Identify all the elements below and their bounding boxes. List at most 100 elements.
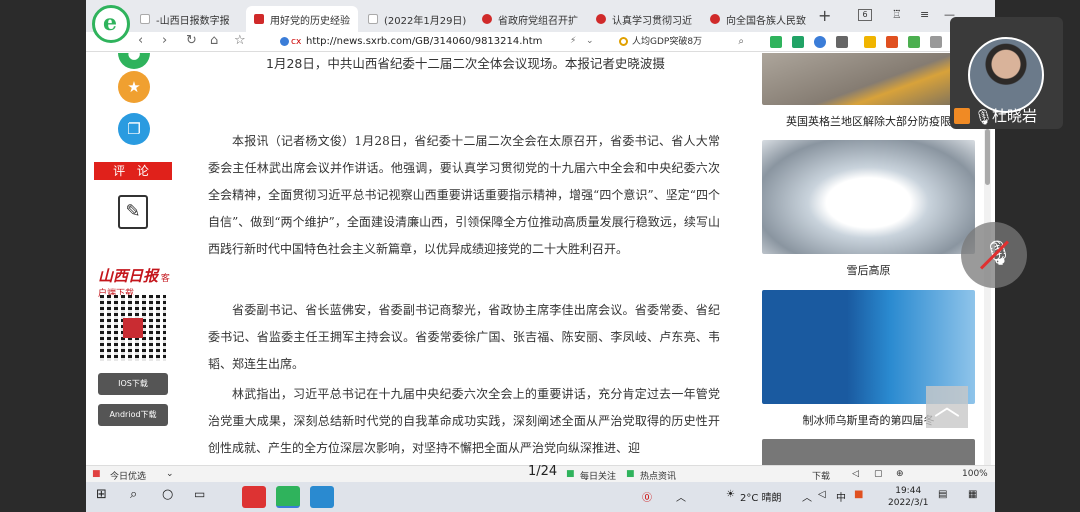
page-counter: 1/24 <box>528 464 558 479</box>
favorite-star-icon[interactable]: ★ <box>118 71 150 103</box>
tv-icon[interactable] <box>886 36 898 48</box>
search-icon[interactable]: ⌕ <box>130 487 137 502</box>
article-body: 1月28日，中共山西省纪委十二届二次全体会议现场。本报记者史晓波摄 本报讯（记者… <box>208 53 720 465</box>
microphone-icon: 🎙 <box>974 108 994 126</box>
daily-focus-link[interactable]: 每日关注 <box>580 469 616 482</box>
page-content: ● ★ ❐ 评 论 ✎ 山西日报 客户端下载 IOS下载 Andriod下载 1… <box>86 53 995 465</box>
mute-button[interactable]: 🎙 <box>961 222 1027 288</box>
weather-text: 2°C 晴朗 <box>740 493 782 504</box>
new-tab-button[interactable]: + <box>818 6 831 25</box>
ime-language[interactable]: 中 <box>836 489 846 504</box>
tab-1[interactable]: -山西日报数字报 <box>132 6 244 32</box>
article-paragraph: 本报讯（记者杨文俊）1月28日，省纪委十二届二次全会在太原召开，省委书记、省人大… <box>208 134 720 256</box>
address-bar[interactable]: cx http://news.sxrb.com/GB/314060/981321… <box>276 34 602 50</box>
tab-2[interactable]: 用好党的历史经验 <box>246 6 358 32</box>
system-clock[interactable]: 19:44 2022/3/1 <box>888 485 928 509</box>
edit-comment-icon[interactable]: ✎ <box>118 195 148 229</box>
tab-3[interactable]: (2022年1月29日) <box>360 6 472 32</box>
chevron-down-icon[interactable]: ⌄ <box>166 469 174 479</box>
security-icon <box>280 37 289 46</box>
tab-label: 用好党的历史经验 <box>270 16 350 27</box>
volume-icon[interactable]: ◁ <box>818 489 826 500</box>
participant-video-tile[interactable]: 🎙 杜晓岩 <box>950 17 1063 129</box>
status-bar: ■ 今日优选 ⌄ 1/24 ■ 每日关注 ■ 热点资讯 下载 ◁ ▢ ⊕ 100… <box>86 464 995 482</box>
back-to-top-button[interactable]: ︿ <box>926 386 968 428</box>
today-picks-link[interactable]: 今日优选 <box>110 469 146 482</box>
related-image <box>762 53 975 105</box>
show-desktop-icon[interactable]: ▦ <box>968 489 977 500</box>
scrollbar-thumb[interactable] <box>985 129 990 185</box>
related-item[interactable] <box>762 439 975 465</box>
tab-5[interactable]: 认真学习贯彻习近 <box>588 6 700 32</box>
back-button[interactable]: ‹ <box>138 33 143 48</box>
sound-icon[interactable]: ◁ <box>852 469 859 479</box>
tab-label: (2022年1月29日) <box>384 16 467 27</box>
taskbar: ⊞ ⌕ ○ ▭ ⓪ ︿ ☀ 2°C 晴朗 ︿ ◁ 中 ■ 19:44 2022/… <box>86 482 995 512</box>
tab-bar: -山西日报数字报 用好党的历史经验 (2022年1月29日) 省政府党组召开扩 … <box>86 0 995 32</box>
nav-bar: ‹ › ↻ ⌂ ☆ cx http://news.sxrb.com/GB/314… <box>86 32 995 52</box>
chevron-up-icon[interactable]: ︿ <box>676 489 686 504</box>
page-icon <box>368 14 378 24</box>
android-download-button[interactable]: Andriod下载 <box>98 404 168 426</box>
site-icon <box>254 14 264 24</box>
screen: -山西日报数字报 用好党的历史经验 (2022年1月29日) 省政府党组召开扩 … <box>0 0 1080 512</box>
qr-code <box>100 295 166 361</box>
browser-logo-icon[interactable]: e <box>92 5 130 43</box>
notification-icon[interactable]: ▤ <box>938 489 947 500</box>
fullscreen-icon[interactable]: ▢ <box>874 469 883 479</box>
reload-button[interactable]: ↻ <box>186 33 197 48</box>
browser-window: -山西日报数字报 用好党的历史经验 (2022年1月29日) 省政府党组召开扩 … <box>86 0 995 482</box>
help-icon[interactable]: ⓪ <box>642 489 652 504</box>
download-link[interactable]: 下载 <box>812 469 830 482</box>
home-button[interactable]: ⌂ <box>210 33 218 48</box>
shirt-icon[interactable]: ♖ <box>892 8 902 21</box>
windows-start-icon[interactable]: ⊞ <box>96 487 107 502</box>
gift-icon[interactable]: ■ <box>92 469 101 479</box>
ios-download-button[interactable]: IOS下载 <box>98 373 168 395</box>
related-caption: 雪后高原 <box>846 264 891 277</box>
search-icon[interactable]: ⌕ <box>738 34 744 50</box>
reading-icon[interactable] <box>770 36 782 48</box>
tab-count-badge[interactable]: 6 <box>858 9 872 21</box>
menu-icon[interactable]: ≡ <box>920 8 929 21</box>
tab-6[interactable]: 向全国各族人民致 <box>702 6 814 32</box>
magnifier-icon[interactable] <box>814 36 826 48</box>
share-sidebar: ● ★ ❐ 评 论 ✎ 山西日报 客户端下载 IOS下载 Andriod下载 <box>94 53 174 465</box>
zoom-level[interactable]: 100% <box>962 469 988 479</box>
related-image <box>762 140 975 254</box>
zoom-icon[interactable]: ⊕ <box>896 469 904 479</box>
photo-caption: 1月28日，中共山西省纪委十二届二次全体会议现场。本报记者史晓波摄 <box>266 56 665 71</box>
comment-label[interactable]: 评 论 <box>94 162 172 180</box>
task-view-icon[interactable]: ▭ <box>194 487 205 501</box>
article-paragraph: 省委副书记、省长蓝佛安，省委副书记商黎光，省政协主席李佳出席会议。省委常委、省纪… <box>208 303 720 371</box>
wps-app-icon[interactable] <box>242 486 266 508</box>
qr-logo-icon <box>123 318 143 338</box>
app-download-brand: 山西日报 客户端下载 <box>98 265 174 299</box>
meeting-app-icon[interactable] <box>310 486 334 508</box>
tray-app-icon[interactable]: ■ <box>854 489 863 500</box>
bookmark-star-icon[interactable]: ☆ <box>234 33 246 48</box>
tab-label: 省政府党组召开扩 <box>498 16 578 27</box>
article-paragraph: 林武指出，习近平总书记在十九届中央纪委六次全会上的重要讲话，充分肯定过去一年管党… <box>208 387 720 455</box>
wechat-share-icon[interactable]: ● <box>118 53 150 69</box>
game-icon[interactable] <box>836 36 848 48</box>
tab-4[interactable]: 省政府党组召开扩 <box>474 6 586 32</box>
search-input[interactable]: 人均GDP突破8万 ⌕ <box>616 34 746 50</box>
lightning-icon[interactable]: ⚡ <box>570 36 576 46</box>
hot-news-link[interactable]: 热点资讯 <box>640 469 676 482</box>
related-item[interactable]: 雪后高原 <box>762 140 975 278</box>
cortana-icon[interactable]: ○ <box>162 487 173 502</box>
copy-link-icon[interactable]: ❐ <box>118 113 150 145</box>
daily-icon: ■ <box>566 469 575 479</box>
browser-app-icon[interactable] <box>276 486 300 508</box>
related-item[interactable]: 英国英格兰地区解除大部分防疫限 <box>762 53 975 129</box>
shield-icon[interactable] <box>864 36 876 48</box>
more-icon[interactable] <box>930 36 942 48</box>
chevron-up-icon: ︿ <box>933 392 960 422</box>
forward-button[interactable]: › <box>162 33 167 48</box>
tray-up-icon[interactable]: ︿ <box>802 489 812 504</box>
apps-grid-icon[interactable] <box>908 36 920 48</box>
page-icon <box>140 14 150 24</box>
scissors-icon[interactable] <box>792 36 804 48</box>
chevron-down-icon[interactable]: ⌄ <box>586 36 594 46</box>
